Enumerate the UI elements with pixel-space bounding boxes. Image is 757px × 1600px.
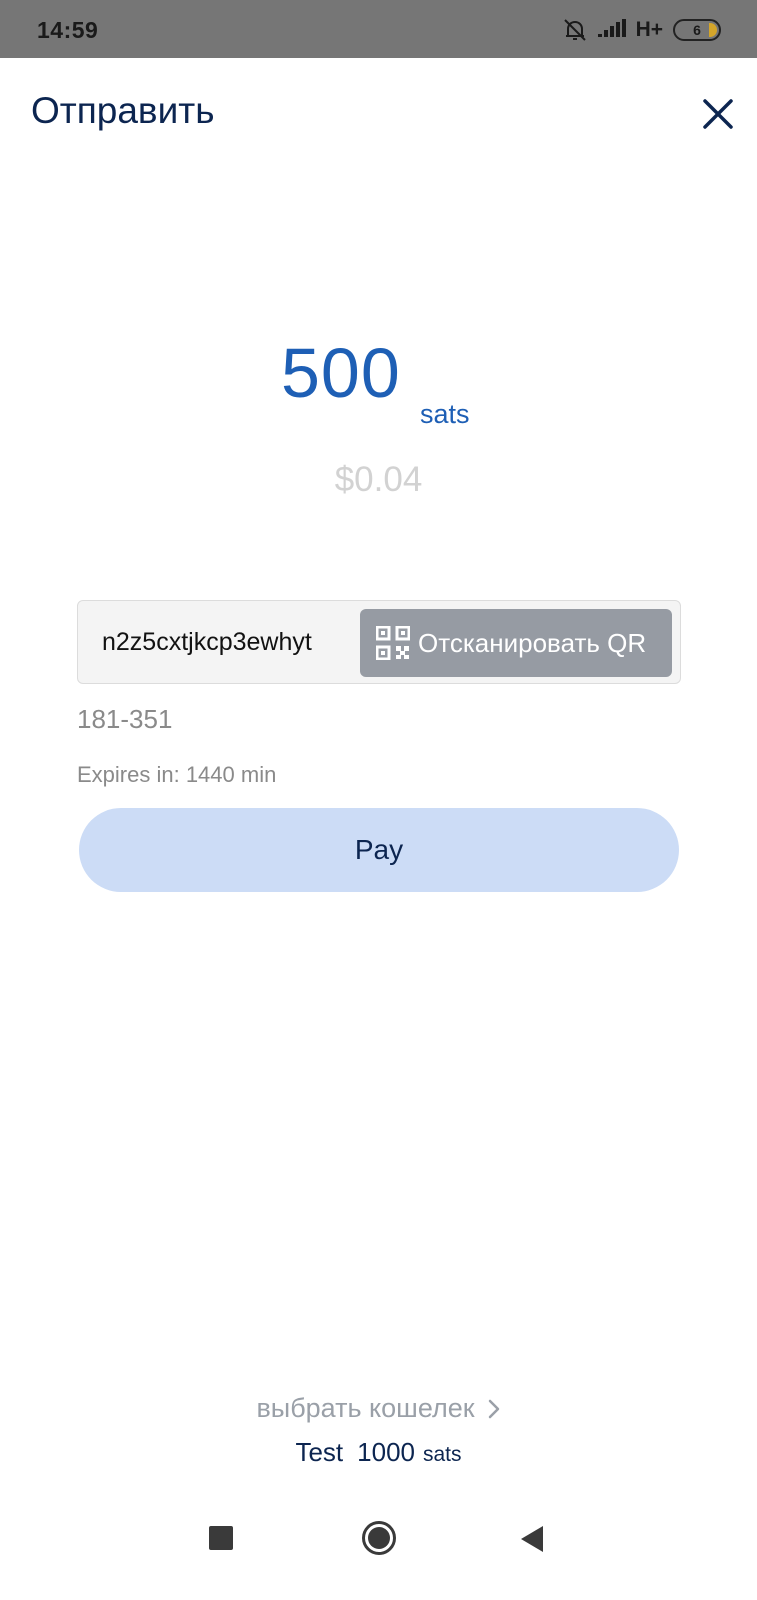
network-type: H+ — [635, 18, 663, 41]
pay-button[interactable]: Pay — [79, 808, 679, 892]
chevron-right-icon — [488, 1399, 499, 1418]
status-bar: 14:59 H+ 6 — [0, 0, 757, 58]
battery-icon: 6 — [673, 19, 721, 41]
wallet-name: Test — [295, 1437, 344, 1467]
navigation-bar — [0, 1510, 757, 1600]
invoice-memo: 181-351 — [77, 704, 173, 734]
back-icon[interactable] — [521, 1526, 543, 1552]
invoice-input[interactable] — [78, 601, 356, 683]
bell-off-icon — [563, 19, 586, 41]
select-wallet-label: выбрать кошелек — [256, 1393, 475, 1423]
page-title: Отправить — [31, 90, 215, 131]
wallet-info: Test 1000 sats — [0, 1437, 757, 1468]
select-wallet-button[interactable]: выбрать кошелек — [0, 1393, 757, 1424]
scan-qr-button[interactable]: Отсканировать QR — [360, 609, 672, 677]
fiat-amount: $0.04 — [334, 460, 423, 499]
close-icon[interactable] — [700, 96, 736, 132]
amount-value: 500 — [281, 334, 401, 412]
recent-apps-icon[interactable] — [209, 1526, 233, 1550]
status-icons: H+ 6 — [562, 15, 721, 45]
qr-code-icon — [376, 626, 410, 660]
pay-button-label: Pay — [354, 834, 404, 865]
invoice-field: Отсканировать QR — [77, 600, 681, 684]
wallet-balance: 1000 — [357, 1437, 415, 1467]
wallet-unit: sats — [423, 1443, 462, 1466]
amount-unit: sats — [420, 399, 470, 429]
signal-icon — [597, 19, 626, 37]
invoice-expiry: Expires in: 1440 min — [77, 762, 277, 787]
home-icon[interactable] — [361, 1520, 397, 1556]
battery-level: 6 — [693, 22, 701, 38]
scan-qr-label: Отсканировать QR — [418, 627, 647, 658]
status-time: 14:59 — [37, 17, 99, 43]
